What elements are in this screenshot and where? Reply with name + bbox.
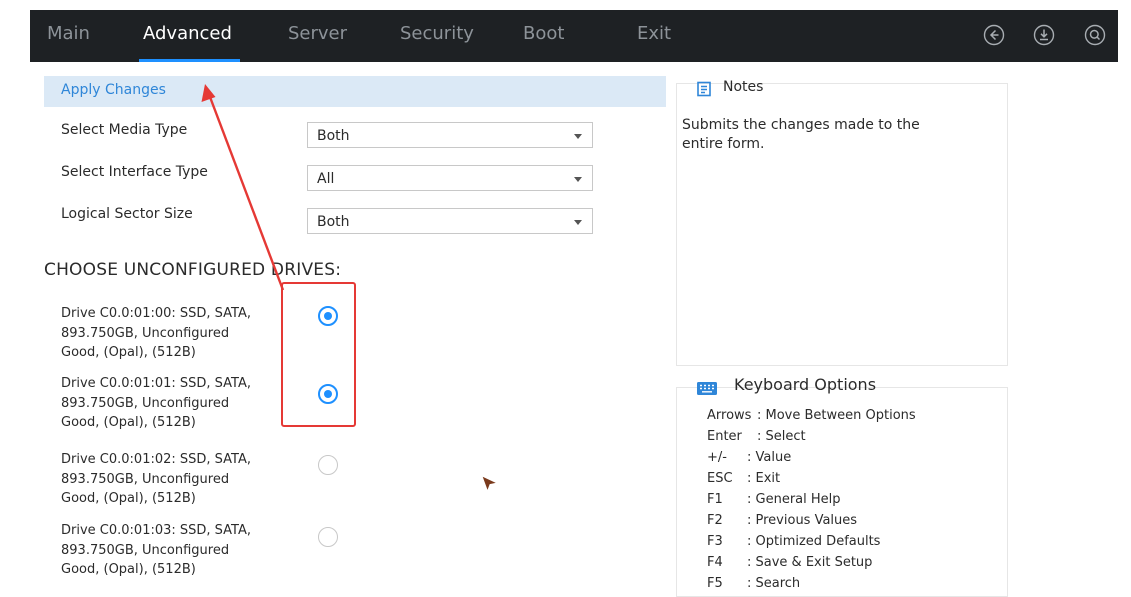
keyboard-options-title: Keyboard Options <box>734 375 877 394</box>
drive-label-line: Good, (Opal), (512B) <box>61 491 196 506</box>
select-media-type-label: Select Media Type <box>61 122 188 138</box>
download-circle-icon[interactable] <box>1033 24 1055 46</box>
keyboard-icon <box>696 379 718 397</box>
kbd-key: Enter <box>707 429 742 444</box>
select-interface-type-label: Select Interface Type <box>61 164 208 180</box>
logical-sector-size-label: Logical Sector Size <box>61 206 193 222</box>
tab-advanced[interactable]: Advanced <box>139 10 240 62</box>
drive-label-line: Drive C0.0:01:02: SSD, SATA, <box>61 452 252 467</box>
top-nav-bar: Main Advanced Server Security Boot Exit <box>30 10 1118 62</box>
notes-icon <box>696 81 712 97</box>
drive-radio-2[interactable] <box>318 455 338 475</box>
kbd-key: +/- <box>707 450 727 465</box>
tab-exit[interactable]: Exit <box>637 10 671 62</box>
interface-type-value: All <box>317 171 335 187</box>
kbd-desc: : Select <box>757 429 806 444</box>
keyboard-option-row: F2 : Previous Values <box>707 510 857 531</box>
notes-line: Submits the changes made to the <box>682 117 920 133</box>
kbd-key: F1 <box>707 492 723 507</box>
keyboard-option-row: F1 : General Help <box>707 489 841 510</box>
kbd-key: F5 <box>707 576 723 591</box>
kbd-desc: : Save & Exit Setup <box>747 555 873 570</box>
drive-label: Drive C0.0:01:03: SSD, SATA, 893.750GB, … <box>61 521 286 580</box>
tab-security[interactable]: Security <box>400 10 474 62</box>
kbd-key: F3 <box>707 534 723 549</box>
chevron-down-icon <box>574 134 582 139</box>
mouse-cursor-icon <box>480 474 500 494</box>
drive-label: Drive C0.0:01:01: SSD, SATA, 893.750GB, … <box>61 374 286 433</box>
section-title: CHOOSE UNCONFIGURED DRIVES: <box>44 260 342 280</box>
logical-sector-size-select[interactable]: Both <box>307 208 593 234</box>
drive-label-line: Drive C0.0:01:01: SSD, SATA, <box>61 376 252 391</box>
tab-server[interactable]: Server <box>288 10 347 62</box>
apply-changes-link[interactable]: Apply Changes <box>61 82 166 98</box>
kbd-key: F4 <box>707 555 723 570</box>
drive-label-line: 893.750GB, Unconfigured <box>61 325 230 341</box>
kbd-desc: : Search <box>747 576 801 591</box>
tab-main[interactable]: Main <box>47 10 90 62</box>
drive-label-line: 893.750GB, Unconfigured <box>61 395 230 411</box>
logical-sector-size-value: Both <box>317 214 350 230</box>
kbd-desc: : Exit <box>747 471 781 486</box>
tab-boot[interactable]: Boot <box>523 10 564 62</box>
media-type-value: Both <box>317 128 350 144</box>
drive-label: Drive C0.0:01:02: SSD, SATA, 893.750GB, … <box>61 450 286 509</box>
keyboard-option-row: F3 : Optimized Defaults <box>707 531 880 552</box>
kbd-desc: : Move Between Options <box>757 408 916 423</box>
annotation-highlight-box <box>281 282 356 427</box>
kbd-desc: : Value <box>747 450 792 465</box>
kbd-key: ESC <box>707 471 733 486</box>
drive-label-line: Good, (Opal), (512B) <box>61 415 196 430</box>
drive-radio-3[interactable] <box>318 527 338 547</box>
keyboard-option-row: Enter : Select <box>707 426 806 447</box>
kbd-desc: : Previous Values <box>747 513 858 528</box>
keyboard-option-row: +/- : Value <box>707 447 791 468</box>
drive-label-line: 893.750GB, Unconfigured <box>61 471 230 487</box>
interface-type-select[interactable]: All <box>307 165 593 191</box>
keyboard-option-row: F5 : Search <box>707 573 800 594</box>
kbd-desc: : Optimized Defaults <box>747 534 881 549</box>
drive-label-line: 893.750GB, Unconfigured <box>61 542 230 558</box>
chevron-down-icon <box>574 177 582 182</box>
drive-label-line: Good, (Opal), (512B) <box>61 562 196 577</box>
kbd-desc: : General Help <box>747 492 841 507</box>
notes-title: Notes <box>723 79 764 95</box>
apply-changes-row[interactable]: Apply Changes <box>44 76 666 107</box>
drive-label-line: Good, (Opal), (512B) <box>61 345 196 360</box>
drive-label: Drive C0.0:01:00: SSD, SATA, 893.750GB, … <box>61 304 286 363</box>
notes-text: Submits the changes made to the entire f… <box>682 116 982 154</box>
back-circle-icon[interactable] <box>983 24 1005 46</box>
keyboard-option-row: F4 : Save & Exit Setup <box>707 552 872 573</box>
notes-line: entire form. <box>682 136 765 152</box>
search-circle-icon[interactable] <box>1084 24 1106 46</box>
drive-label-line: Drive C0.0:01:00: SSD, SATA, <box>61 306 252 321</box>
kbd-key: F2 <box>707 513 723 528</box>
kbd-key: Arrows <box>707 408 752 423</box>
keyboard-option-row: Arrows : Move Between Options <box>707 405 916 426</box>
chevron-down-icon <box>574 220 582 225</box>
drive-label-line: Drive C0.0:01:03: SSD, SATA, <box>61 523 252 538</box>
media-type-select[interactable]: Both <box>307 122 593 148</box>
keyboard-option-row: ESC : Exit <box>707 468 780 489</box>
